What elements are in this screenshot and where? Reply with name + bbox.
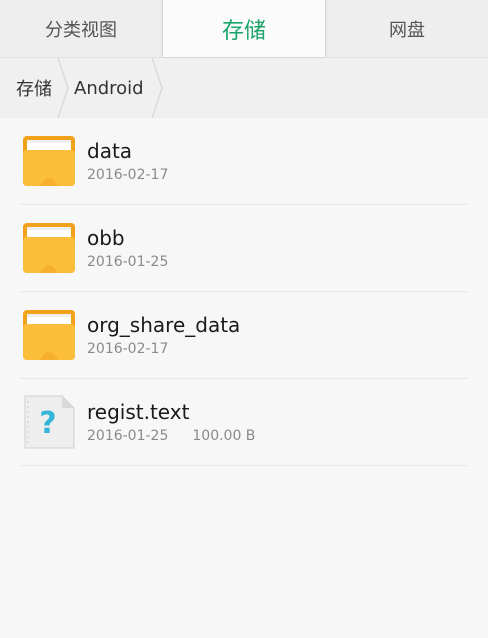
divider bbox=[20, 465, 468, 466]
top-tab-bar: 分类视图 存储 网盘 bbox=[0, 0, 488, 58]
file-date: 2016-02-17 bbox=[87, 341, 169, 357]
file-date: 2016-01-25 bbox=[87, 254, 169, 270]
file-date: 2016-01-25 bbox=[87, 428, 169, 444]
tab-category-view[interactable]: 分类视图 bbox=[0, 0, 162, 57]
tab-cloud-drive[interactable]: 网盘 bbox=[326, 0, 488, 57]
file-list: data 2016-02-17 obb 2016-01-25 org_share… bbox=[0, 118, 488, 466]
folder-icon bbox=[23, 136, 75, 186]
list-item[interactable]: ? regist.text 2016-01-25 100.00 B bbox=[0, 379, 488, 466]
folder-icon bbox=[23, 310, 75, 360]
file-name: org_share_data bbox=[87, 313, 241, 337]
breadcrumb-label: Android bbox=[74, 77, 144, 99]
unknown-file-icon: ? bbox=[24, 395, 75, 449]
file-manager-screen: 分类视图 存储 网盘 存储 Android data 2016-02-17 ob… bbox=[0, 0, 488, 638]
breadcrumb-label: 存储 bbox=[16, 79, 52, 100]
tab-label: 存储 bbox=[221, 18, 266, 44]
file-date: 2016-02-17 bbox=[87, 167, 169, 183]
file-name: data bbox=[87, 139, 133, 163]
file-name: obb bbox=[87, 226, 125, 250]
list-item[interactable]: obb 2016-01-25 bbox=[0, 205, 488, 292]
breadcrumb: 存储 Android bbox=[0, 58, 488, 118]
chevron-right-icon bbox=[151, 58, 163, 118]
breadcrumb-item-android[interactable]: Android bbox=[64, 58, 163, 118]
list-item[interactable]: org_share_data 2016-02-17 bbox=[0, 292, 488, 379]
file-name: regist.text bbox=[87, 400, 190, 424]
breadcrumb-item-storage[interactable]: 存储 bbox=[0, 58, 69, 118]
tab-label: 分类视图 bbox=[45, 19, 117, 41]
tab-storage[interactable]: 存储 bbox=[163, 0, 325, 57]
tab-label: 网盘 bbox=[389, 19, 425, 41]
svg-text:?: ? bbox=[39, 406, 56, 441]
list-item[interactable]: data 2016-02-17 bbox=[0, 118, 488, 205]
file-size: 100.00 B bbox=[192, 428, 256, 444]
folder-icon bbox=[23, 223, 75, 273]
